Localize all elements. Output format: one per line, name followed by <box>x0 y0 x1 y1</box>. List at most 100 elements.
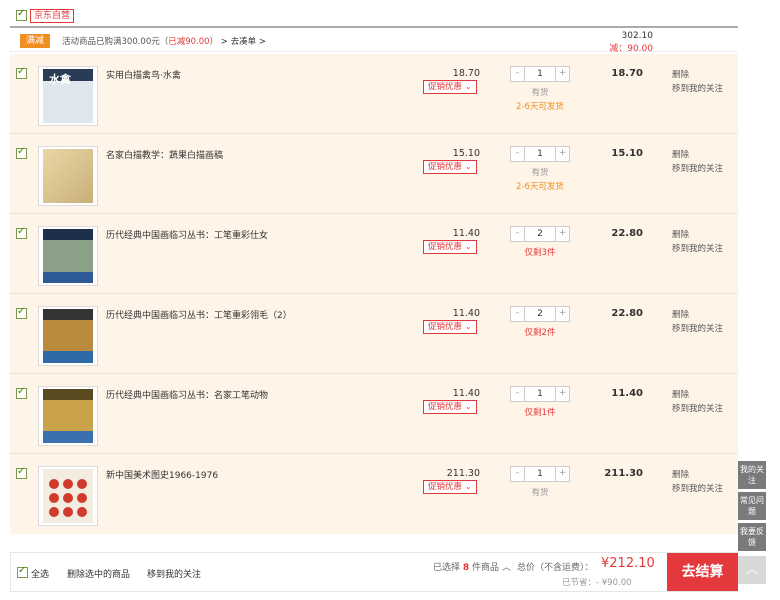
move-to-fav-link[interactable]: 移到我的关注 <box>672 82 723 94</box>
delete-selected-link[interactable]: 删除选中的商品 <box>67 567 130 580</box>
product-title[interactable]: 历代经典中国画临习丛书：名家工笔动物 <box>106 388 268 401</box>
move-to-fav-link[interactable]: 移到我的关注 <box>672 162 723 174</box>
qty-input[interactable]: 2 <box>525 307 555 321</box>
product-title[interactable]: 历代经典中国画临习丛书：工笔重彩翎毛（2） <box>106 308 292 321</box>
move-to-fav-link[interactable]: 移到我的关注 <box>672 322 723 334</box>
book-cover-image <box>43 389 93 443</box>
qty-minus-button[interactable]: - <box>511 387 525 401</box>
unit-price: 18.70 <box>452 68 480 79</box>
cart-item-list: 水禽 实用白描禽鸟·水禽 18.70 促销优惠⌄ - 1 + 有货 2-6天可发… <box>10 54 738 534</box>
select-all-label[interactable]: 全选 <box>31 567 49 580</box>
move-to-fav-link[interactable]: 移到我的关注 <box>672 402 723 414</box>
item-checkbox[interactable] <box>16 226 27 239</box>
promo-dropdown[interactable]: 促销优惠 ⌄ <box>423 320 477 334</box>
selected-prefix: 已选择 <box>433 563 461 573</box>
product-thumbnail[interactable]: 水禽 <box>38 66 98 126</box>
promo-dropdown[interactable]: 促销优惠 ⌄ <box>423 400 477 414</box>
promo-dropdown-label: 促销优惠 <box>428 402 463 412</box>
shop-checkbox[interactable] <box>16 8 27 21</box>
stock-status: 有货 <box>531 488 549 498</box>
selected-count: 8 <box>462 563 470 573</box>
item-checkbox[interactable] <box>16 306 27 319</box>
delete-link[interactable]: 删除 <box>672 468 689 480</box>
item-checkbox[interactable] <box>16 146 27 159</box>
item-checkbox[interactable] <box>16 386 27 399</box>
side-feedback-button[interactable]: 我要反馈 <box>738 523 766 551</box>
quantity-stepper: - 2 + <box>510 306 570 322</box>
chevron-down-icon: ⌄ <box>465 82 472 91</box>
qty-minus-button[interactable]: - <box>511 227 525 241</box>
qty-minus-button[interactable]: - <box>511 67 525 81</box>
promo-dropdown[interactable]: 促销优惠 ⌄ <box>423 80 477 94</box>
qty-minus-button[interactable]: - <box>511 467 525 481</box>
delete-link[interactable]: 删除 <box>672 228 689 240</box>
total-label: 总价（不含运费）： <box>517 563 594 573</box>
shop-name-badge[interactable]: 京东自营 <box>30 9 75 23</box>
qty-minus-button[interactable]: - <box>511 307 525 321</box>
quantity-stepper: - 1 + <box>510 66 570 82</box>
total-price: ¥212.10 <box>601 556 655 571</box>
product-title[interactable]: 实用白描禽鸟·水禽 <box>106 68 181 81</box>
selected-count-toggle[interactable]: 已选择 8 件商品 ︿ <box>433 560 511 573</box>
promo-dropdown-label: 促销优惠 <box>428 162 463 172</box>
product-thumbnail[interactable] <box>38 226 98 286</box>
side-my-follow-button[interactable]: 我的关注 <box>738 461 766 489</box>
promo-add-more-link[interactable]: > 去凑单 > <box>218 37 266 47</box>
promo-dropdown-label: 促销优惠 <box>428 322 463 332</box>
product-title[interactable]: 新中国美术图史1966-1976 <box>106 468 218 481</box>
move-to-fav-link[interactable]: 移到我的关注 <box>672 242 723 254</box>
delete-link[interactable]: 删除 <box>672 68 689 80</box>
promo-dropdown-label: 促销优惠 <box>428 242 463 252</box>
qty-plus-button[interactable]: + <box>555 67 569 81</box>
qty-minus-button[interactable]: - <box>511 147 525 161</box>
promo-text: 活动商品已购满300.00元（已减90.00） > 去凑单 > <box>62 35 266 47</box>
delete-link[interactable]: 删除 <box>672 308 689 320</box>
promo-dropdown-label: 促销优惠 <box>428 482 463 492</box>
promo-saved-amount: 已减90.00 <box>168 37 210 47</box>
product-thumbnail[interactable] <box>38 466 98 526</box>
product-thumbnail[interactable] <box>38 306 98 366</box>
quantity-stepper: - 2 + <box>510 226 570 242</box>
selected-suffix: 件商品 ︿ <box>472 563 511 573</box>
qty-plus-button[interactable]: + <box>555 467 569 481</box>
stock-status: 仅剩3件 <box>524 248 556 258</box>
promo-text-suffix: ） <box>209 37 219 47</box>
qty-input[interactable]: 1 <box>525 387 555 401</box>
qty-input[interactable]: 2 <box>525 227 555 241</box>
product-thumbnail[interactable] <box>38 146 98 206</box>
chevron-down-icon: ⌄ <box>465 162 472 171</box>
promo-dropdown[interactable]: 促销优惠 ⌄ <box>423 160 477 174</box>
cart-item: 历代经典中国画临习丛书：工笔重彩翎毛（2） 11.40 促销优惠⌄ - 2 + … <box>10 294 738 374</box>
delete-link[interactable]: 删除 <box>672 148 689 160</box>
qty-input[interactable]: 1 <box>525 67 555 81</box>
checkout-button[interactable]: 去结算 <box>667 553 738 591</box>
unit-price: 11.40 <box>452 308 480 319</box>
qty-plus-button[interactable]: + <box>555 387 569 401</box>
qty-plus-button[interactable]: + <box>555 307 569 321</box>
book-cover-image <box>43 309 93 363</box>
promo-dropdown[interactable]: 促销优惠 ⌄ <box>423 480 477 494</box>
delete-link[interactable]: 删除 <box>672 388 689 400</box>
product-thumbnail[interactable] <box>38 386 98 446</box>
quantity-stepper: - 1 + <box>510 466 570 482</box>
promo-dropdown[interactable]: 促销优惠 ⌄ <box>423 240 477 254</box>
select-all-checkbox[interactable] <box>17 565 28 578</box>
cart-item: 历代经典中国画临习丛书：工笔重彩仕女 11.40 促销优惠⌄ - 2 + 仅剩3… <box>10 214 738 294</box>
promo-group-total: 302.10 <box>621 31 654 41</box>
qty-input[interactable]: 1 <box>525 467 555 481</box>
back-to-top-button[interactable]: ︿ <box>738 556 766 584</box>
qty-plus-button[interactable]: + <box>555 227 569 241</box>
shipping-estimate: 2-6天可发货 <box>516 182 564 192</box>
qty-input[interactable]: 1 <box>525 147 555 161</box>
unit-price: 11.40 <box>452 388 480 399</box>
move-to-fav-link[interactable]: 移到我的关注 <box>672 482 723 494</box>
product-title[interactable]: 名家白描教学：蔬果白描画稿 <box>106 148 223 161</box>
product-title[interactable]: 历代经典中国画临习丛书：工笔重彩仕女 <box>106 228 268 241</box>
qty-plus-button[interactable]: + <box>555 147 569 161</box>
book-cover-image <box>43 469 93 523</box>
chevron-down-icon: ⌄ <box>465 322 472 331</box>
side-faq-button[interactable]: 常见问题 <box>738 492 766 520</box>
item-checkbox[interactable] <box>16 466 27 479</box>
move-selected-to-fav-link[interactable]: 移到我的关注 <box>147 567 201 580</box>
item-checkbox[interactable] <box>16 66 27 79</box>
